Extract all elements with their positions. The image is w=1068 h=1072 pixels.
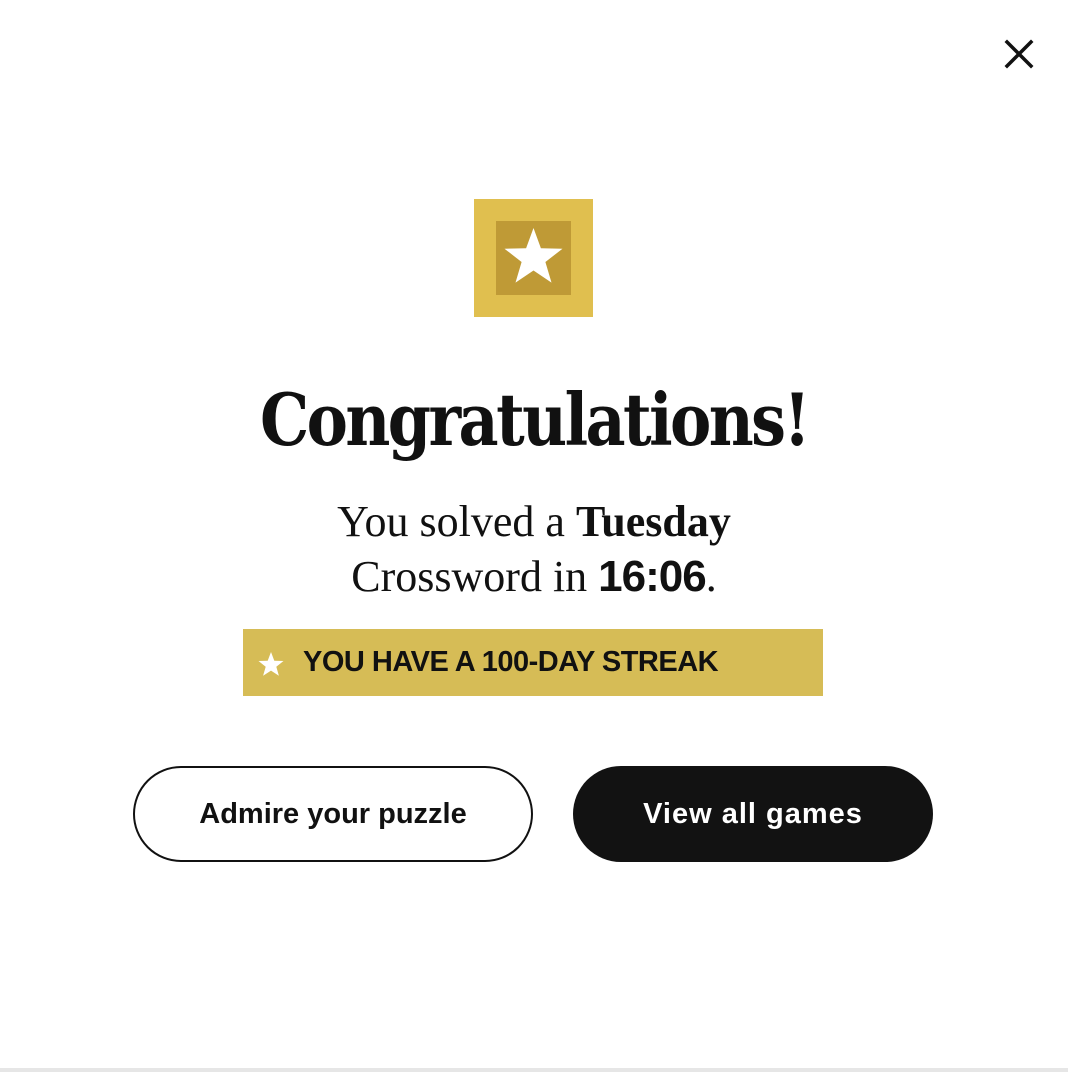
congratulations-modal: Congratulations! You solved a Tuesday Cr… <box>0 0 1068 1068</box>
star-icon <box>258 652 284 676</box>
message-prefix: You solved a <box>337 497 576 546</box>
puzzle-day: Tuesday <box>575 497 731 546</box>
close-icon <box>1004 39 1034 69</box>
streak-banner: YOU HAVE A 100-DAY STREAK <box>243 629 823 696</box>
view-all-games-label: View all games <box>643 797 863 830</box>
solve-time: 16:06 <box>598 552 707 601</box>
streak-text: YOU HAVE A 100-DAY STREAK <box>303 646 719 678</box>
admire-puzzle-label: Admire your puzzle <box>199 797 467 830</box>
view-all-games-button[interactable]: View all games <box>573 766 933 862</box>
streak-badge <box>474 199 593 317</box>
admire-puzzle-button[interactable]: Admire your puzzle <box>133 766 533 862</box>
close-button[interactable] <box>999 34 1039 74</box>
bottom-divider <box>0 1068 1068 1072</box>
message-suffix: . <box>705 552 717 601</box>
message-middle: Crossword in <box>351 552 599 601</box>
page-title: Congratulations! <box>259 377 811 462</box>
solve-message: You solved a Tuesday Crossword in 16:06. <box>0 494 1068 604</box>
star-icon <box>474 199 593 317</box>
solve-message-line-1: You solved a Tuesday <box>0 494 1068 549</box>
solve-message-line-2: Crossword in 16:06. <box>0 549 1068 604</box>
